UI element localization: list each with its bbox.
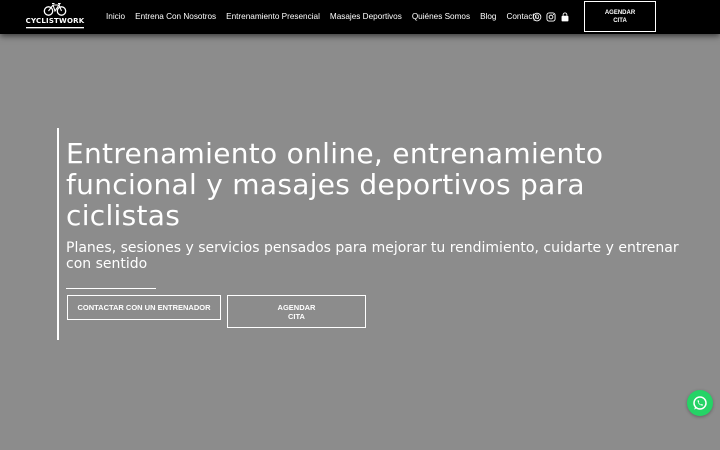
hero-agendar-cita-button[interactable]: AGENDAR CITA: [227, 295, 366, 328]
logo[interactable]: CYCLISTWORK: [25, 2, 85, 32]
nav-entrena-con-nosotros[interactable]: Entrena Con Nosotros: [135, 11, 216, 23]
header-cta-line1: AGENDAR: [604, 9, 636, 16]
whatsapp-icon: [693, 396, 707, 410]
site-header: CYCLISTWORK Inicio Entrena Con Nosotros …: [0, 0, 720, 34]
logo-text: CYCLISTWORK: [25, 17, 85, 25]
shopping-bag-icon[interactable]: [560, 12, 570, 22]
hero-cita-line1: AGENDAR: [277, 302, 316, 312]
social-links: [532, 11, 570, 23]
nav-quienes-somos[interactable]: Quiénes Somos: [412, 11, 470, 23]
nav-inicio[interactable]: Inicio: [106, 11, 125, 23]
hero-title: Entrenamiento online, entrenamiento func…: [66, 137, 604, 232]
header-agendar-cita-button[interactable]: AGENDAR CITA: [584, 1, 656, 32]
hero-cita-line2: CITA: [288, 311, 305, 321]
hero-subtitle: Planes, sesiones y servicios pensados pa…: [66, 240, 679, 272]
main-nav: Inicio Entrena Con Nosotros Entrenamient…: [106, 11, 539, 23]
whatsapp-float-button[interactable]: [687, 390, 713, 416]
instagram-icon[interactable]: [546, 12, 556, 22]
header-cta-line2: CITA: [613, 17, 627, 24]
nav-entrenamiento-presencial[interactable]: Entrenamiento Presencial: [226, 11, 320, 23]
hero-vertical-divider: [57, 128, 59, 340]
logo-underline: [26, 27, 84, 29]
nav-masajes-deportivos[interactable]: Masajes Deportivos: [330, 11, 402, 23]
contact-trainer-button[interactable]: CONTACTAR CON UN ENTRENADOR: [67, 295, 221, 320]
whatsapp-icon[interactable]: [532, 12, 542, 22]
hero-divider: [66, 288, 156, 289]
bicycle-icon: [43, 2, 67, 16]
nav-blog[interactable]: Blog: [480, 11, 496, 23]
